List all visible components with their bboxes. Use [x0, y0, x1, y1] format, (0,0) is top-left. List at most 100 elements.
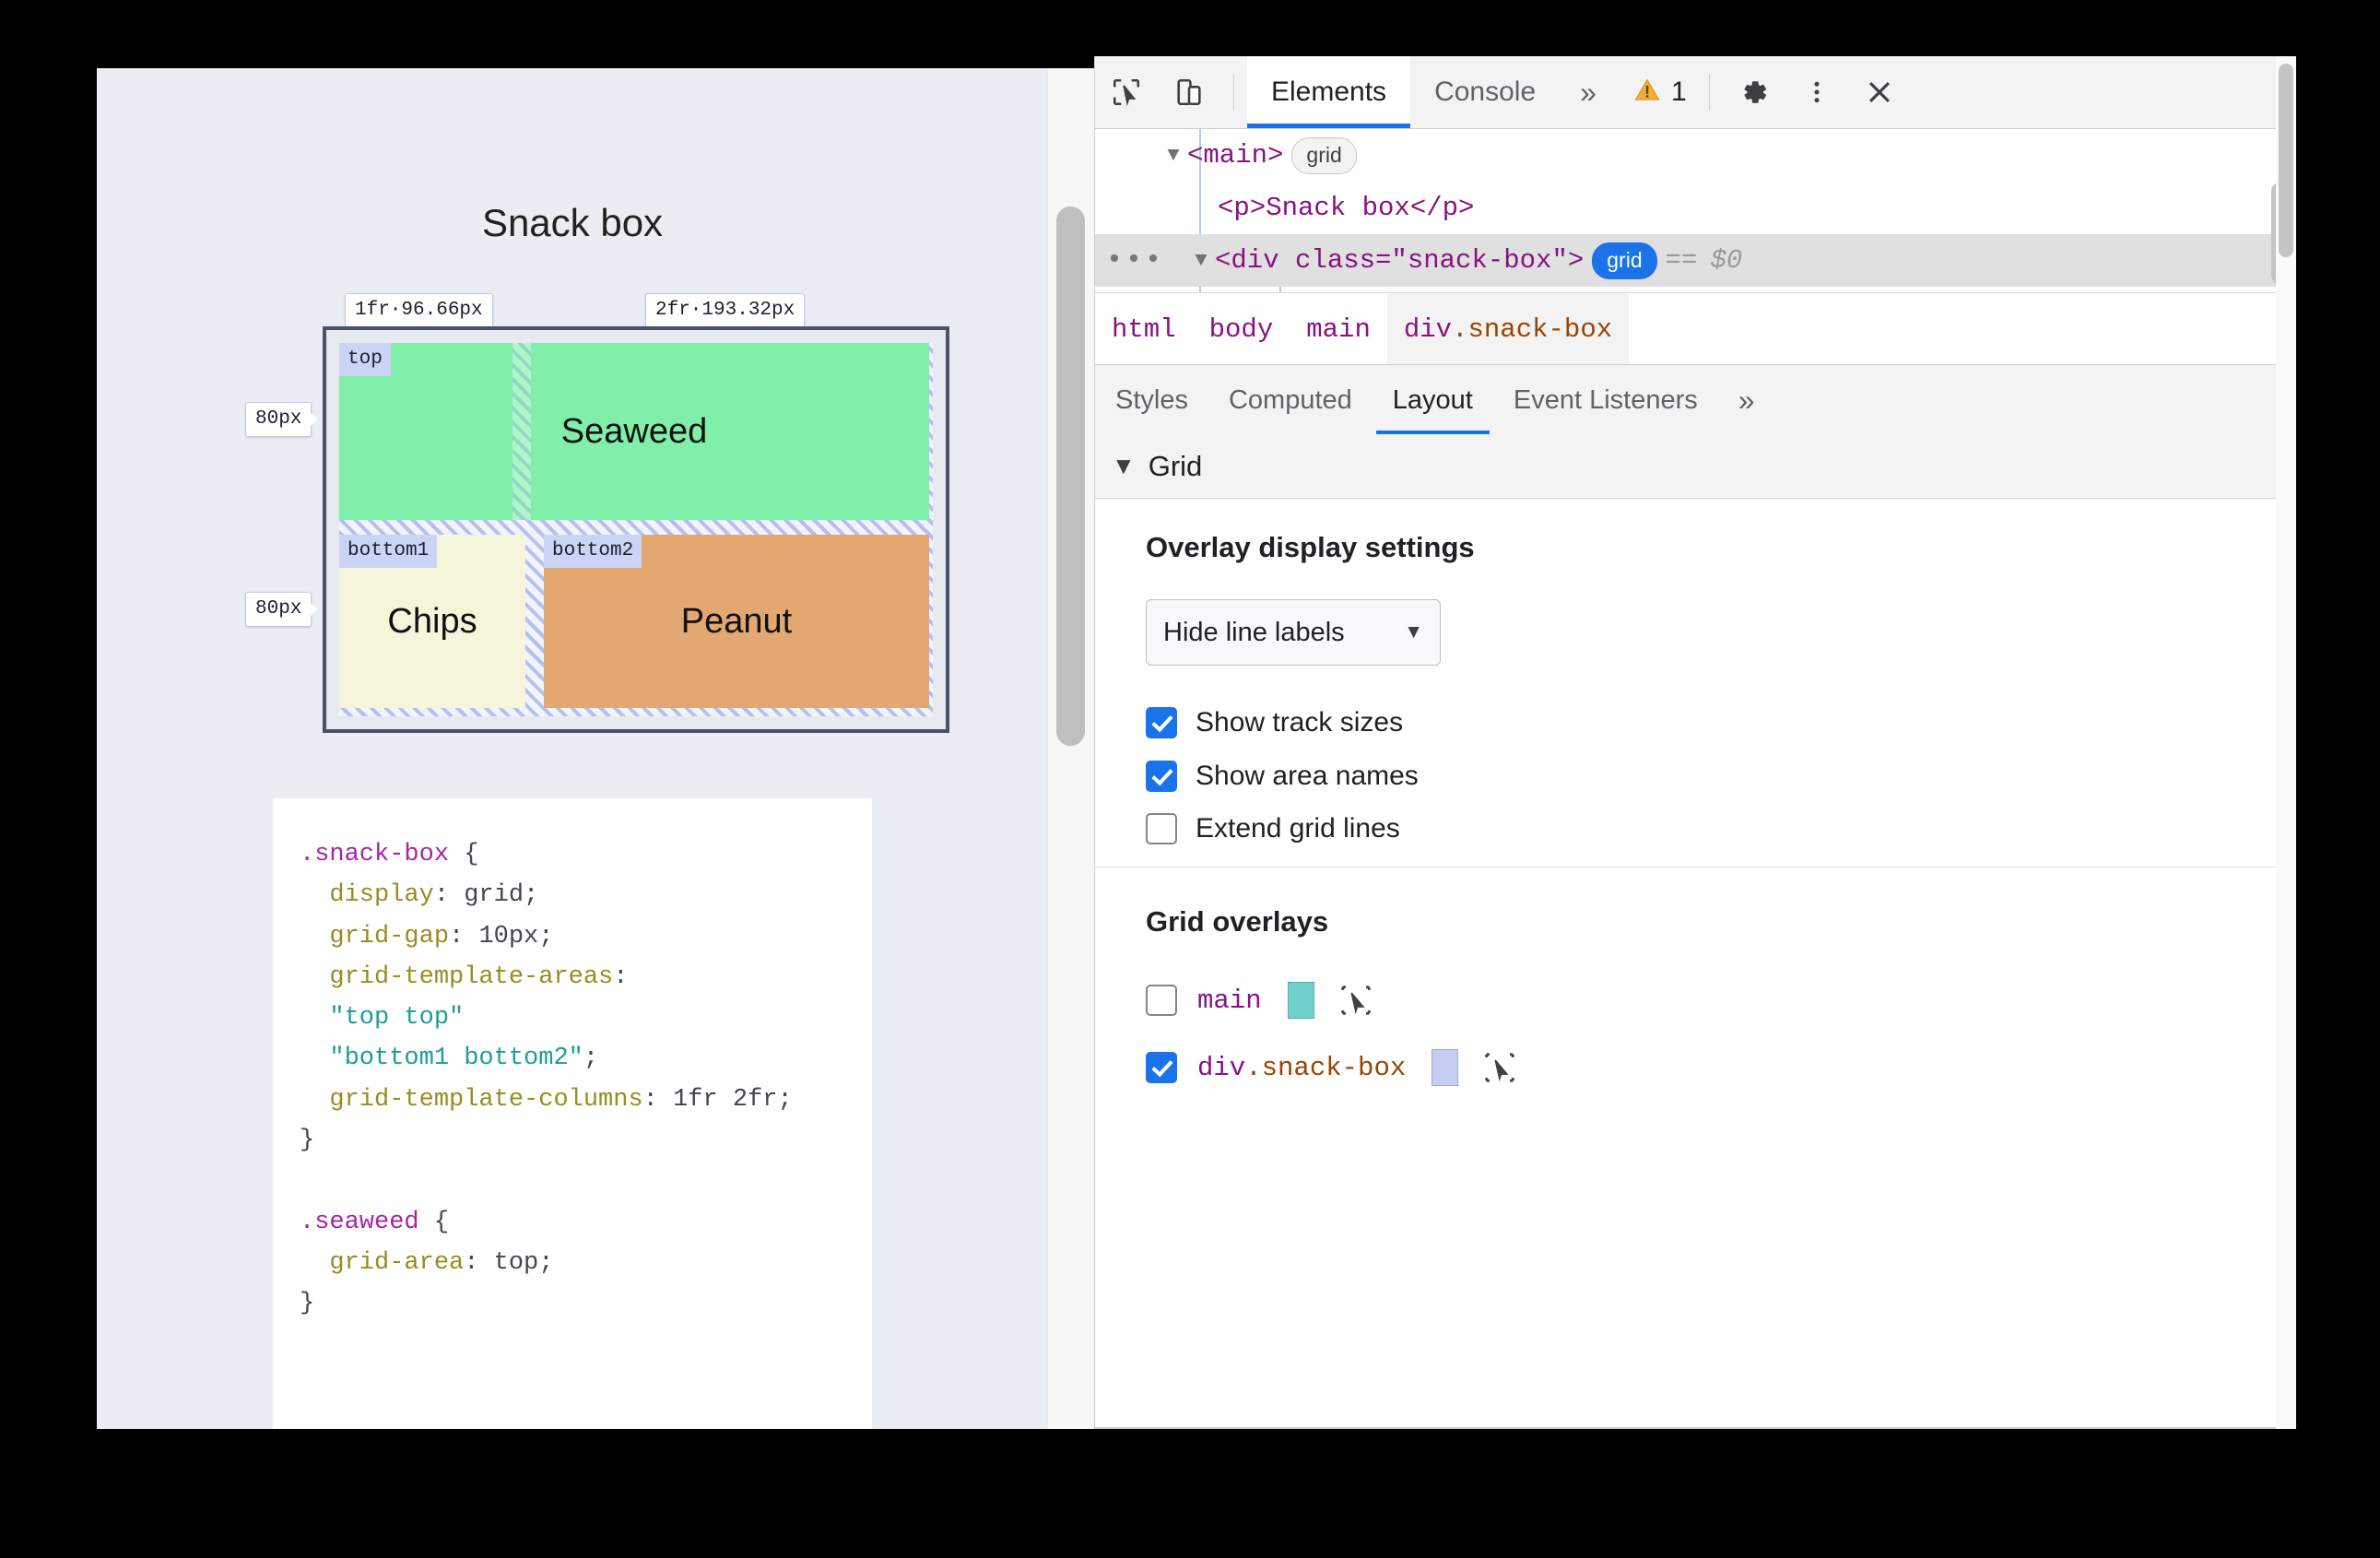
grid-area-bottom2-text: Peanut — [680, 601, 793, 641]
line-labels-select-value: Hide line labels — [1163, 617, 1345, 647]
checkbox-show-area-names-label: Show area names — [1196, 761, 1419, 791]
breadcrumb-item-html-label: html — [1112, 313, 1176, 345]
breadcrumb-item-snack-box-class: .snack-box — [1452, 313, 1613, 345]
grid-overlay-main-color-swatch[interactable] — [1287, 982, 1314, 1019]
breadcrumb: html body main div .snack-box — [1095, 292, 2296, 365]
css-code-card: .snack-box { display: grid; grid-gap: 10… — [273, 798, 872, 1429]
checkbox-show-area-names-box[interactable] — [1146, 761, 1177, 792]
rendered-page: Snack box 1fr·96.66px 2fr·193.32px 80px … — [97, 68, 1094, 1429]
overlay-display-settings-title: Overlay display settings — [1146, 531, 1475, 563]
warning-triangle-icon — [1633, 77, 1661, 109]
column-track-label-2: 2fr·193.32px — [645, 293, 806, 335]
grid-section-header[interactable]: ▼ Grid — [1095, 434, 2296, 499]
tab-console[interactable]: Console — [1410, 56, 1560, 128]
tree-twisty-snack-box[interactable]: ▼ — [1187, 249, 1215, 272]
layout-pane-scrollbar-track[interactable] — [2276, 56, 2296, 1429]
more-vertical-icon[interactable] — [1785, 56, 1848, 128]
pane-tab-event-listeners-label: Event Listeners — [1513, 384, 1698, 415]
layout-pane-body: Overlay display settings Hide line label… — [1095, 500, 2296, 1429]
tree-row-snack-box[interactable]: ••• ▼ <div class="snack-box"> grid == $0 — [1095, 234, 2296, 287]
line-labels-select-wrapper: Hide line labels ▼ — [1146, 599, 1441, 666]
tree-row-p[interactable]: <p>Snack box</p> — [1095, 182, 2296, 234]
grid-overlay-snack-box-label: div.snack-box — [1197, 1053, 1406, 1083]
grid-section-title: Grid — [1148, 449, 1203, 482]
breadcrumb-item-main[interactable]: main — [1290, 293, 1387, 365]
area-name-badge-bottom2: bottom2 — [544, 535, 642, 568]
row-track-label-1: 80px — [245, 402, 319, 437]
tree-row-main[interactable]: ▼ <main> grid — [1095, 129, 2296, 182]
checkbox-extend-grid-lines-box[interactable] — [1146, 813, 1177, 844]
close-icon[interactable] — [1848, 56, 1911, 128]
device-toolbar-icon[interactable] — [1158, 56, 1220, 128]
page-scrollbar-thumb[interactable] — [1056, 207, 1085, 746]
css-code-block: .snack-box { display: grid; grid-gap: 10… — [300, 841, 793, 1318]
pane-tab-styles-label: Styles — [1115, 384, 1188, 415]
breadcrumb-item-main-label: main — [1306, 313, 1371, 345]
area-name-badge-bottom1: bottom1 — [339, 535, 438, 568]
toolbar-divider-2 — [1708, 74, 1710, 111]
breadcrumb-item-snack-box-tag: div — [1403, 313, 1453, 345]
pane-tabs-more-icon[interactable]: » — [1718, 384, 1775, 418]
area-name-badge-top: top — [339, 343, 391, 376]
dom-tree[interactable]: ▼ <main> grid <p>Snack box</p> ••• ▼ <di… — [1095, 129, 2296, 292]
gear-icon[interactable] — [1723, 56, 1785, 128]
grid-overlay-main-reveal-icon[interactable] — [1338, 983, 1373, 1018]
grid-overlay-snack-box-reveal-icon[interactable] — [1482, 1050, 1517, 1085]
grid-overlay-snack-box-color-swatch[interactable] — [1432, 1049, 1459, 1086]
devtools-toolbar: Elements Console » 1 — [1095, 56, 2296, 129]
tab-elements[interactable]: Elements — [1247, 56, 1411, 128]
grid-badge-snack-box[interactable]: grid — [1592, 242, 1657, 279]
grid-area-top: Seaweed — [339, 343, 929, 520]
devtools-panel: Elements Console » 1 ▼ <main> grid <p>Sn… — [1094, 56, 2296, 1429]
grid-overlay-main-checkbox[interactable] — [1146, 985, 1177, 1016]
grid-badge-main[interactable]: grid — [1291, 136, 1357, 174]
grid-overlay-main-label: main — [1197, 985, 1262, 1016]
grid-overlays-title: Grid overlays — [1146, 905, 1329, 938]
toolbar-divider — [1233, 74, 1234, 111]
snack-box-element: Seaweed Chips Peanut top bottom1 bottom2 — [323, 326, 949, 733]
page-viewport: Snack box 1fr·96.66px 2fr·193.32px 80px … — [97, 68, 1048, 1429]
tree-twisty-main[interactable]: ▼ — [1160, 144, 1187, 167]
grid-overlay-row-main[interactable]: main — [1146, 982, 1373, 1019]
pane-tab-layout[interactable]: Layout — [1373, 365, 1493, 435]
grid-overlay-host: 1fr·96.66px 2fr·193.32px 80px 80px Seawe… — [229, 293, 951, 734]
page-title: Snack box — [481, 201, 664, 244]
checkbox-extend-grid-lines[interactable]: Extend grid lines — [1146, 813, 1400, 844]
checkbox-extend-grid-lines-label: Extend grid lines — [1196, 813, 1400, 844]
breadcrumb-item-body[interactable]: body — [1193, 293, 1290, 365]
pane-tab-computed[interactable]: Computed — [1208, 365, 1373, 435]
column-track-label-1: 1fr·96.66px — [345, 293, 493, 335]
page-scrollbar-track[interactable] — [1047, 68, 1094, 1429]
tree-row-dollar0: $0 — [1710, 245, 1743, 276]
tab-elements-label: Elements — [1271, 77, 1387, 107]
tree-row-eq: == — [1665, 245, 1698, 276]
section-divider — [1095, 867, 2296, 868]
breadcrumb-item-body-label: body — [1208, 313, 1274, 345]
grid-overlay-snack-box-class: .snack-box — [1245, 1052, 1407, 1083]
checkbox-show-track-sizes-box[interactable] — [1146, 707, 1177, 738]
pane-bottom-rule — [1095, 1427, 2296, 1429]
warning-indicator[interactable]: 1 — [1617, 56, 1696, 128]
checkbox-show-track-sizes[interactable]: Show track sizes — [1146, 707, 1403, 738]
tree-row-ellipsis[interactable]: ••• — [1106, 234, 1164, 287]
grid-overlay-snack-box-tag: div — [1197, 1052, 1246, 1083]
screenshot-root: Snack box 1fr·96.66px 2fr·193.32px 80px … — [0, 0, 2380, 1558]
grid-area-bottom1-text: Chips — [387, 601, 477, 641]
chevron-down-icon: ▼ — [1404, 621, 1423, 643]
layout-pane-scrollbar-thumb[interactable] — [2279, 64, 2293, 257]
grid-overlay-row-snack-box[interactable]: div.snack-box — [1146, 1049, 1517, 1086]
more-tabs-icon[interactable]: » — [1560, 56, 1617, 128]
breadcrumb-item-html[interactable]: html — [1095, 293, 1193, 365]
breadcrumb-item-snack-box[interactable]: div .snack-box — [1386, 293, 1630, 365]
line-labels-select[interactable]: Hide line labels ▼ — [1146, 599, 1441, 666]
pane-tab-event-listeners[interactable]: Event Listeners — [1493, 365, 1718, 435]
tree-row-main-tag: <main> — [1187, 140, 1284, 171]
tree-row-snack-box-text: <div class="snack-box"> — [1215, 245, 1585, 276]
grid-overlay-snack-box-checkbox[interactable] — [1146, 1052, 1177, 1083]
inspect-cursor-icon[interactable] — [1095, 56, 1158, 128]
checkbox-show-area-names[interactable]: Show area names — [1146, 761, 1419, 792]
tab-console-label: Console — [1434, 77, 1537, 107]
pane-tab-computed-label: Computed — [1228, 384, 1352, 415]
chevron-down-icon[interactable]: ▼ — [1112, 452, 1136, 480]
pane-tab-styles[interactable]: Styles — [1095, 365, 1208, 435]
